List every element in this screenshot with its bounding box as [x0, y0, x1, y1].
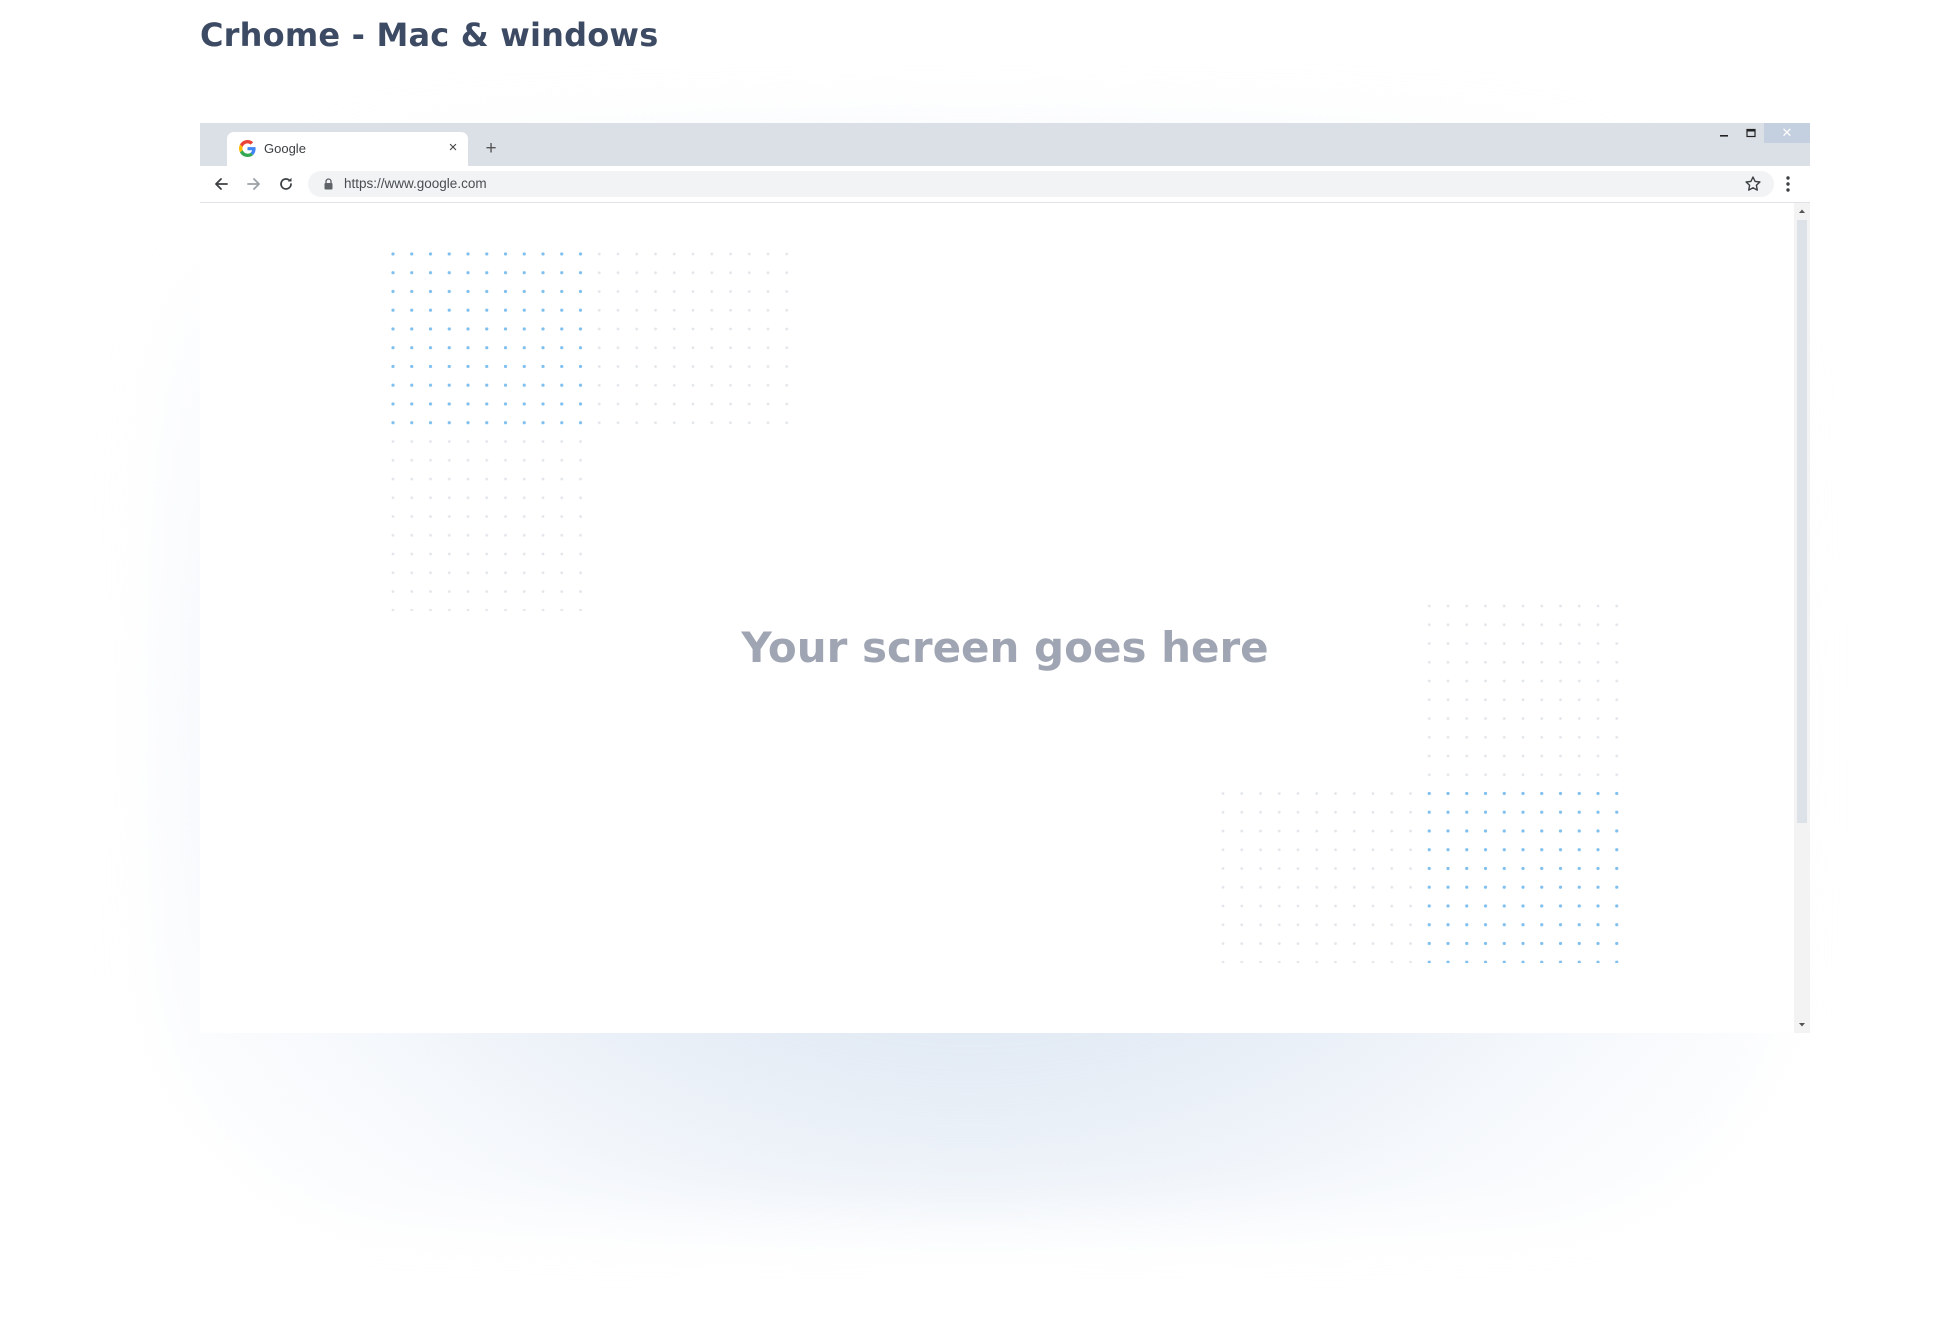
dot-pattern-top-left: [390, 251, 796, 611]
page-viewport: Your screen goes here: [200, 203, 1794, 1033]
maximize-button[interactable]: [1737, 123, 1764, 143]
tab-strip: Google × + ✕: [200, 123, 1810, 166]
scroll-up-icon[interactable]: [1798, 207, 1806, 215]
forward-button[interactable]: [244, 174, 264, 194]
kebab-menu-icon[interactable]: [1782, 174, 1794, 194]
maximize-icon: [1745, 128, 1756, 138]
page-title: Crhome - Mac & windows: [200, 16, 659, 54]
reload-button[interactable]: [276, 174, 296, 194]
vertical-scrollbar[interactable]: [1794, 203, 1810, 1033]
url-text[interactable]: https://www.google.com: [344, 176, 487, 191]
back-button[interactable]: [211, 174, 231, 194]
scroll-down-icon[interactable]: [1798, 1021, 1806, 1029]
minimize-icon: [1719, 135, 1728, 137]
tab-close-button[interactable]: ×: [445, 138, 461, 158]
arrow-left-icon: [215, 178, 228, 190]
window-close-button[interactable]: ✕: [1764, 123, 1810, 143]
address-bar[interactable]: https://www.google.com: [308, 171, 1774, 197]
google-g-icon: [239, 140, 256, 157]
reload-icon: [280, 177, 292, 190]
tab-title: Google: [264, 141, 306, 156]
browser-window: Google × + ✕ https://www.google.com Your…: [200, 123, 1810, 1033]
new-tab-button[interactable]: +: [481, 139, 501, 159]
arrow-right-icon: [247, 178, 260, 190]
lock-icon: [324, 178, 333, 190]
minimize-button[interactable]: [1710, 123, 1737, 143]
tab-google[interactable]: Google ×: [227, 132, 468, 166]
screen-placeholder-text: Your screen goes here: [741, 623, 1269, 672]
browser-toolbar: https://www.google.com: [200, 166, 1810, 203]
scrollbar-thumb[interactable]: [1797, 220, 1807, 823]
window-controls: ✕: [1710, 123, 1810, 143]
star-icon[interactable]: [1744, 175, 1762, 193]
